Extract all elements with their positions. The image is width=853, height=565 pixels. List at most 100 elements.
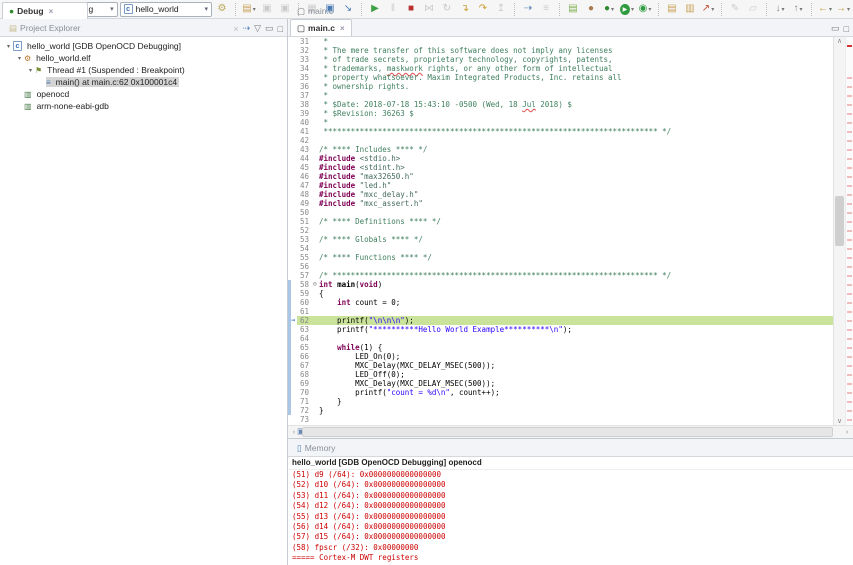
code-text: #include "max32650.h" xyxy=(319,172,833,181)
next-annotation-dropdown[interactable]: ↓▾ xyxy=(772,2,788,17)
view-menu-button[interactable]: ▽ xyxy=(254,23,261,34)
spelling-marker[interactable] xyxy=(847,122,852,124)
step-into-button[interactable]: ↴ xyxy=(457,2,473,17)
spelling-marker[interactable] xyxy=(847,239,852,241)
spelling-marker[interactable] xyxy=(847,221,852,223)
resume-button[interactable]: ▶ xyxy=(367,2,383,17)
editor-tab-main-c[interactable]: ▢main.c xyxy=(290,2,352,19)
external-tools-dropdown[interactable]: ◉▾ xyxy=(637,2,653,17)
spelling-marker[interactable] xyxy=(847,320,852,322)
tree-item[interactable]: ▾⚑Thread #1 (Suspended : Breakpoint) xyxy=(0,64,287,76)
instruction-stepping-button[interactable]: ⇢ xyxy=(520,2,536,17)
console-output[interactable]: (51) d9 (/64): 0x0000000000000000(52) d1… xyxy=(288,470,853,565)
spelling-marker[interactable] xyxy=(847,329,852,331)
spelling-marker[interactable] xyxy=(847,383,852,385)
code-editor[interactable]: 31 *32 * The mere transfer of this softw… xyxy=(288,37,853,425)
spelling-marker[interactable] xyxy=(847,374,852,376)
expander-icon[interactable]: ▾ xyxy=(26,67,35,74)
spelling-marker[interactable] xyxy=(847,419,852,421)
spelling-marker[interactable] xyxy=(847,248,852,250)
error-marker[interactable] xyxy=(847,45,852,47)
close-icon[interactable]: × xyxy=(49,7,54,16)
spelling-marker[interactable] xyxy=(847,158,852,160)
maximize-view-button[interactable]: □ xyxy=(278,24,283,34)
expander-icon[interactable]: ▾ xyxy=(15,55,24,62)
spelling-marker[interactable] xyxy=(847,86,852,88)
debug-history-dropdown[interactable]: ●▾ xyxy=(601,2,617,17)
step-over-button[interactable]: ↷ xyxy=(475,2,491,17)
maximize-editor-button[interactable]: □ xyxy=(844,24,849,34)
console-tab-memory[interactable]: ▯Memory xyxy=(290,439,386,456)
launch-config-gear-icon[interactable]: ⚙ xyxy=(214,2,230,17)
run-history-dropdown[interactable]: ▶▾ xyxy=(619,2,635,17)
spelling-marker[interactable] xyxy=(847,347,852,349)
launch-tool-dropdown[interactable]: ↗▾ xyxy=(700,2,716,17)
tree-item[interactable]: ≡main() at main.c:62 0x100001c4 xyxy=(0,76,287,88)
spelling-marker[interactable] xyxy=(847,77,852,79)
previous-annotation-dropdown[interactable]: ↑▾ xyxy=(790,2,806,17)
spelling-marker[interactable] xyxy=(847,176,852,178)
launch-config-combo[interactable]: chello_world▾ xyxy=(120,2,212,17)
scroll-down-icon[interactable]: ∨ xyxy=(834,417,845,425)
spelling-marker[interactable] xyxy=(847,356,852,358)
scroll-right-icon[interactable]: › xyxy=(841,429,853,436)
spelling-marker[interactable] xyxy=(847,104,852,106)
line-number: 72 xyxy=(297,406,311,415)
horizontal-scroll-thumb[interactable] xyxy=(302,427,833,437)
remove-all-terminated-button[interactable]: × xyxy=(233,24,238,34)
spelling-marker[interactable] xyxy=(847,311,852,313)
editor-vertical-scrollbar[interactable]: ∧ ∨ xyxy=(833,37,845,425)
tree-item[interactable]: ▾⚙hello_world.elf xyxy=(0,52,287,64)
overview-ruler[interactable] xyxy=(845,37,853,425)
debug-launch-tree[interactable]: ▾chello_world [GDB OpenOCD Debugging]▾⚙h… xyxy=(0,37,287,565)
spelling-marker[interactable] xyxy=(847,266,852,268)
thread-icon: ⚑ xyxy=(35,66,42,75)
editor-horizontal-scrollbar[interactable]: ‹ › xyxy=(288,425,853,438)
spelling-marker[interactable] xyxy=(847,275,852,277)
collapse-icon[interactable]: ⊖ xyxy=(311,280,319,289)
spelling-marker[interactable] xyxy=(847,113,852,115)
spelling-marker[interactable] xyxy=(847,185,852,187)
spelling-marker[interactable] xyxy=(847,203,852,205)
spelling-marker[interactable] xyxy=(847,95,852,97)
back-dropdown[interactable]: ←▾ xyxy=(817,2,833,17)
scroll-up-icon[interactable]: ∧ xyxy=(834,37,845,45)
clean-project-button[interactable]: ● xyxy=(583,2,599,17)
instruction-stepping-toggle-icon[interactable]: ⇢ xyxy=(243,23,251,34)
spelling-marker[interactable] xyxy=(847,230,852,232)
spelling-marker[interactable] xyxy=(847,149,852,151)
spelling-marker[interactable] xyxy=(847,338,852,340)
tree-item[interactable]: ▥openocd xyxy=(0,88,287,100)
spelling-marker[interactable] xyxy=(847,410,852,412)
editor-tab-main-c[interactable]: ▢main.c× xyxy=(290,19,352,36)
terminate-button[interactable]: ■ xyxy=(403,2,419,17)
minimize-view-button[interactable]: ▭ xyxy=(265,23,274,34)
spelling-marker[interactable] xyxy=(847,392,852,394)
minimize-editor-button[interactable]: ▭ xyxy=(831,23,840,34)
vertical-scroll-thumb[interactable] xyxy=(835,196,844,246)
new-wizard-dropdown[interactable]: ▤▾ xyxy=(241,2,257,17)
spelling-marker[interactable] xyxy=(847,302,852,304)
forward-dropdown[interactable]: →▾ xyxy=(835,2,851,17)
open-resource-button[interactable]: ▥ xyxy=(682,2,698,17)
spelling-marker[interactable] xyxy=(847,194,852,196)
tab-project-explorer[interactable]: ▤Project Explorer xyxy=(2,19,88,36)
spelling-marker[interactable] xyxy=(847,212,852,214)
expander-icon[interactable]: ▾ xyxy=(4,43,13,50)
tab-debug[interactable]: ●Debug× xyxy=(2,2,88,19)
open-folder-button[interactable]: ▤ xyxy=(664,2,680,17)
tree-item[interactable]: ▥arm-none-eabi-gdb xyxy=(0,100,287,112)
spelling-marker[interactable] xyxy=(847,284,852,286)
build-project-button[interactable]: ▤ xyxy=(565,2,581,17)
spelling-marker[interactable] xyxy=(847,140,852,142)
spelling-marker[interactable] xyxy=(847,365,852,367)
spelling-marker[interactable] xyxy=(847,167,852,169)
spelling-marker[interactable] xyxy=(847,401,852,403)
close-icon[interactable]: × xyxy=(340,24,345,33)
fold-marker xyxy=(311,397,319,406)
spelling-marker[interactable] xyxy=(847,131,852,133)
tree-item[interactable]: ▾chello_world [GDB OpenOCD Debugging] xyxy=(0,40,287,52)
spelling-marker[interactable] xyxy=(847,293,852,295)
spelling-marker[interactable] xyxy=(847,257,852,259)
code-text-area[interactable]: 31 *32 * The mere transfer of this softw… xyxy=(288,37,833,425)
